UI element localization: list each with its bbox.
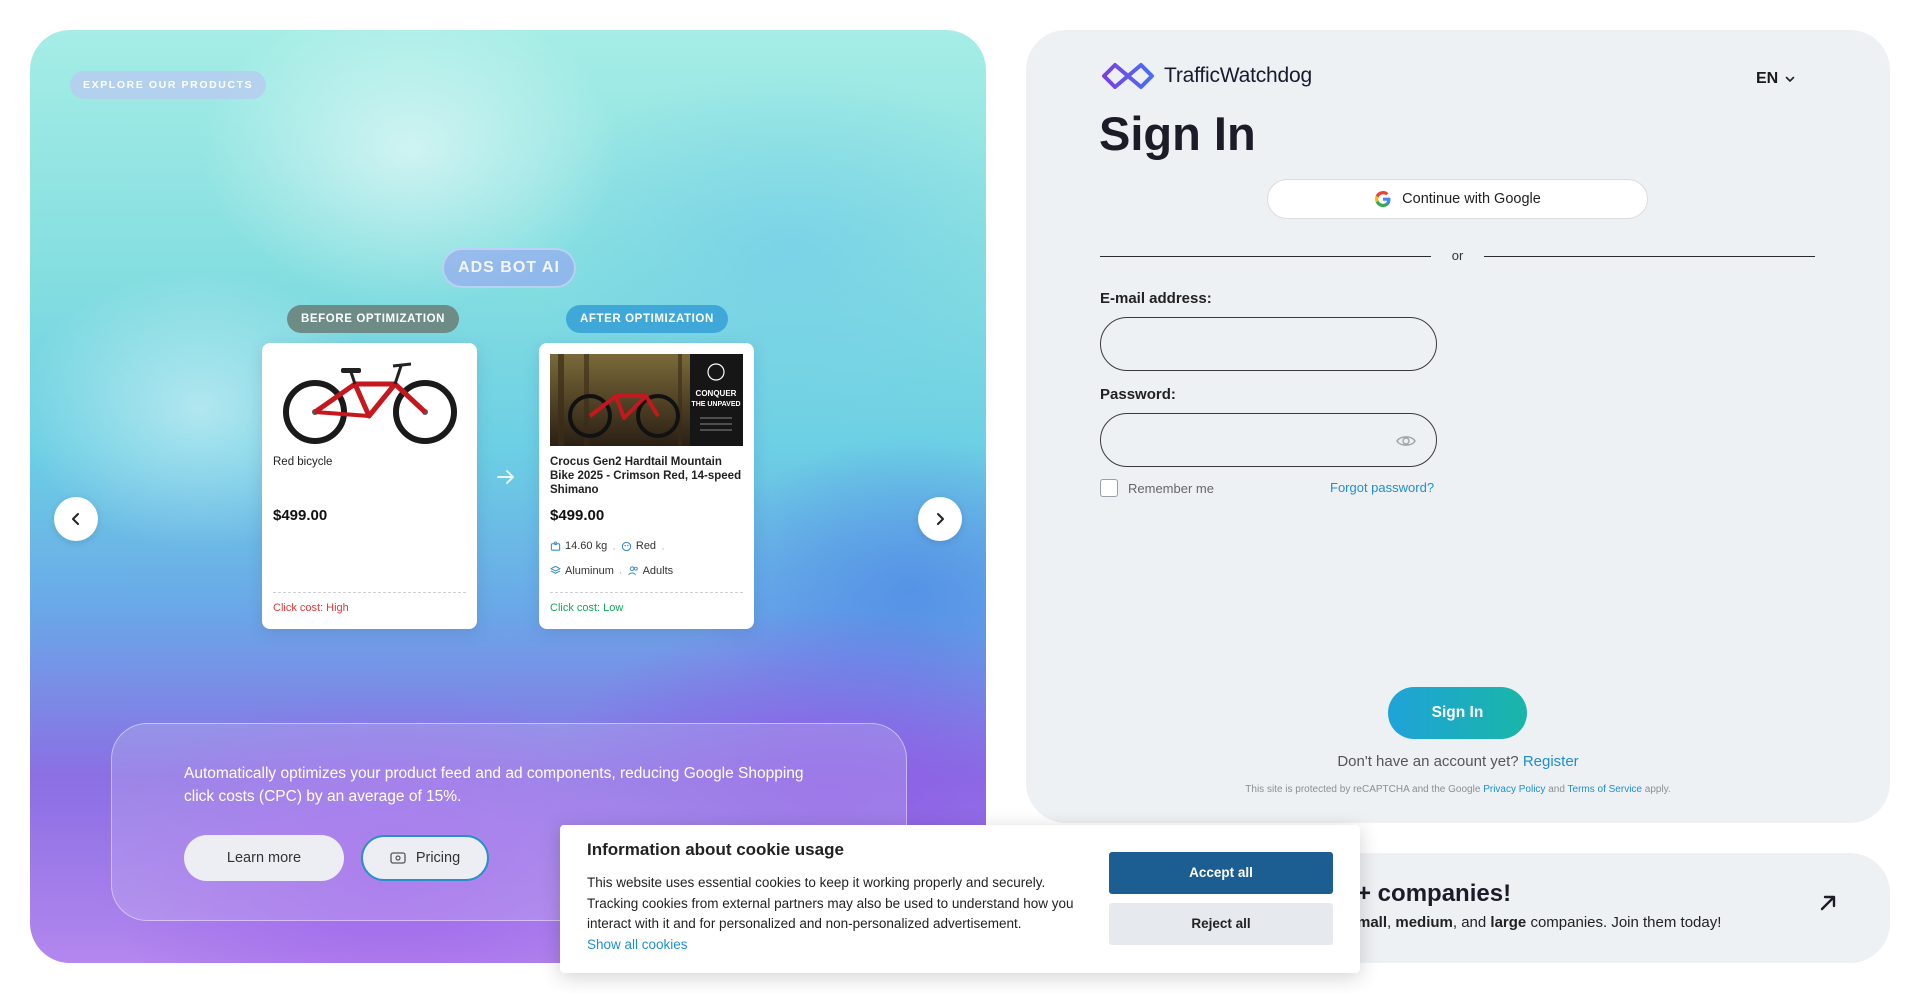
language-selector[interactable]: EN <box>1756 70 1796 88</box>
signin-panel: TrafficWatchdog EN Sign In Continue with… <box>1026 30 1890 823</box>
logo[interactable]: TrafficWatchdog <box>1100 61 1312 91</box>
carousel-prev-button[interactable] <box>54 497 98 541</box>
remember-me-label: Remember me <box>1128 480 1214 496</box>
after-product-name: Crocus Gen2 Hardtail Mountain Bike 2025 … <box>550 456 742 496</box>
after-click-cost: Click cost: Low <box>550 602 624 614</box>
spec-audience: Adults <box>627 560 673 582</box>
before-product-card: Red bicycle $499.00 Click cost: High <box>262 343 477 629</box>
mountain-bike-ad-image: CONQUER THE UNPAVED <box>550 354 743 446</box>
svg-text:CONQUER: CONQUER <box>696 389 737 398</box>
companies-title: + companies! <box>1357 880 1512 907</box>
password-field[interactable] <box>1100 413 1437 467</box>
or-divider: or <box>1100 248 1815 268</box>
companies-description: mall, medium, and large companies. Join … <box>1357 914 1722 931</box>
hero-panel: EXPLORE OUR PRODUCTS ADS BOT AI BEFORE O… <box>30 30 986 963</box>
before-optimization-badge: BEFORE OPTIMIZATION <box>287 305 460 333</box>
svg-text:THE UNPAVED: THE UNPAVED <box>691 401 740 408</box>
after-optimization-badge: AFTER OPTIMIZATION <box>566 305 728 333</box>
before-product-price: $499.00 <box>273 507 328 524</box>
users-icon <box>627 566 638 576</box>
show-all-cookies-link[interactable]: Show all cookies <box>587 937 688 952</box>
pricing-button[interactable]: Pricing <box>361 835 489 881</box>
cookie-title: Information about cookie usage <box>587 840 844 859</box>
palette-icon <box>621 541 632 551</box>
before-product-name: Red bicycle <box>273 456 333 468</box>
product-specs: 14.60 kg · Red · Aluminum · Adults <box>550 535 745 584</box>
divider-line <box>1484 256 1815 257</box>
show-password-icon[interactable] <box>1395 430 1417 452</box>
accept-all-cookies-button[interactable]: Accept all <box>1109 852 1333 894</box>
continue-with-google-button[interactable]: Continue with Google <box>1267 179 1648 219</box>
spec-weight: 14.60 kg <box>550 535 607 557</box>
learn-more-button[interactable]: Learn more <box>184 835 344 881</box>
price-tag-icon <box>390 852 406 864</box>
terms-of-service-link[interactable]: Terms of Service <box>1568 784 1642 795</box>
product-description: Automatically optimizes your product fee… <box>184 765 804 805</box>
email-field[interactable] <box>1100 317 1437 371</box>
carousel-next-button[interactable] <box>918 497 962 541</box>
email-label: E-mail address: <box>1100 290 1212 307</box>
red-bicycle-image <box>273 354 466 446</box>
chevron-left-icon <box>72 513 79 525</box>
remember-me-checkbox[interactable] <box>1100 479 1118 497</box>
arrow-up-right-icon[interactable] <box>1817 892 1839 914</box>
trafficwatchdog-logo-icon <box>1102 63 1154 89</box>
reject-all-cookies-button[interactable]: Reject all <box>1109 903 1333 945</box>
register-link[interactable]: Register <box>1523 753 1579 770</box>
card-divider <box>273 592 466 593</box>
password-label: Password: <box>1100 386 1176 403</box>
arrow-right-icon <box>497 470 514 484</box>
spec-color: Red <box>621 535 656 557</box>
after-product-price: $499.00 <box>550 507 605 524</box>
page-title: Sign In <box>1099 107 1256 160</box>
logo-text: TrafficWatchdog <box>1164 64 1312 87</box>
cookie-dialog: Information about cookie usage This webs… <box>560 825 1360 973</box>
explore-products-tag: EXPLORE OUR PRODUCTS <box>70 71 267 99</box>
weight-icon <box>550 540 561 551</box>
chevron-down-icon <box>1785 76 1795 82</box>
recaptcha-notice: This site is protected by reCAPTCHA and … <box>1245 784 1671 795</box>
sign-in-button[interactable]: Sign In <box>1388 687 1527 739</box>
layers-icon <box>550 565 561 574</box>
cookie-body: This website uses essential cookies to k… <box>587 875 1074 952</box>
chevron-right-icon <box>937 513 944 525</box>
google-icon <box>1375 191 1391 207</box>
before-click-cost: Click cost: High <box>273 602 349 614</box>
remember-me[interactable]: Remember me <box>1100 479 1214 497</box>
ads-bot-ai-pill: ADS BOT AI <box>442 248 576 288</box>
forgot-password-link[interactable]: Forgot password? <box>1330 480 1434 495</box>
register-prompt: Don't have an account yet? Register <box>1337 753 1579 770</box>
after-product-card: CONQUER THE UNPAVED Crocus Gen2 Hardtail… <box>539 343 754 629</box>
privacy-policy-link[interactable]: Privacy Policy <box>1483 784 1545 795</box>
card-divider <box>550 592 743 593</box>
spec-material: Aluminum <box>550 560 614 582</box>
